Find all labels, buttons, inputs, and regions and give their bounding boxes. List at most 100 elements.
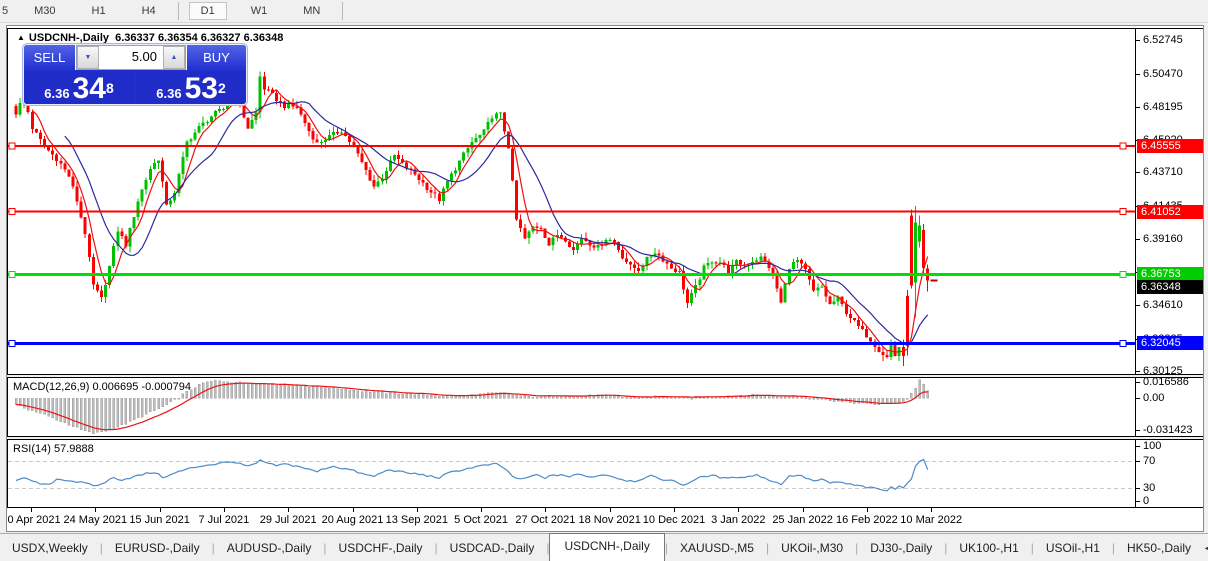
chart-tab-usdchf-daily[interactable]: USDCHF-,Daily [327,536,435,560]
price-axis-tick-label: 6.43710 [1143,166,1183,178]
price-axis-tick [1136,172,1140,173]
chart-tab-usoil-h1[interactable]: USOil-,H1 [1034,536,1112,560]
date-axis-label: 24 May 2021 [63,514,128,526]
date-axis-tick [288,508,290,512]
chart-tab-usdcad-daily[interactable]: USDCAD-,Daily [438,536,547,560]
price-axis-tick-label: 6.50470 [1143,68,1183,80]
rsi-axis-tick [1136,461,1140,462]
price-axis-tick-label: 6.48195 [1143,101,1183,113]
chart-symbol-label: USDCNH-,Daily [28,32,109,44]
arrow-up-icon: ▲ [170,54,178,61]
tab-scroll-left-icon[interactable]: ◄ [1203,543,1208,553]
price-axis-tick-label: 6.52745 [1143,34,1183,46]
arrow-down-icon: ▼ [84,54,92,61]
date-axis-tick [416,508,418,512]
bid-price-big: 34 [72,72,106,105]
date-axis-tick [95,508,97,512]
timeframe-button-d1[interactable]: D1 [188,2,227,20]
macd-axis-tick [1136,430,1140,431]
date-axis-tick [223,508,225,512]
macd-axis-tick-label: 0.016586 [1143,376,1189,388]
date-axis-label: 25 Jan 2022 [772,514,833,526]
macd-indicator-label: MACD(12,26,9) 0.006695 -0.000794 [13,381,191,393]
chart-ohlc-values: 6.36337 6.36354 6.36327 6.36348 [115,32,284,44]
sell-button[interactable]: SELL [24,45,76,70]
bid-price-prefix: 6.36 [44,86,70,101]
rsi-axis-tick-label: 70 [1143,455,1156,467]
chart-tab-hk50-daily[interactable]: HK50-,Daily [1115,536,1203,560]
price-tag[interactable]: 6.32045 [1137,336,1203,350]
chart-tab-usdx-weekly[interactable]: USDX,Weekly [0,536,100,560]
price-axis-tick-label: 6.34610 [1143,299,1183,311]
date-axis-tick [609,508,611,512]
rsi-axis-tick-label: 0 [1143,495,1150,507]
volume-spinner: ▼ 5.00 ▲ [76,45,186,70]
rsi-axis-tick-label: 100 [1143,440,1162,452]
date-axis-tick [931,508,933,512]
timeframe-button-mn[interactable]: MN [291,2,332,20]
chart-tab-ukoil-m30[interactable]: UKOil-,M30 [769,536,855,560]
date-axis-tick [866,508,868,512]
rsi-axis-tick [1136,501,1140,502]
toolbar-separator [177,2,179,20]
date-axis-label: 27 Oct 2021 [515,514,576,526]
ask-price-prefix: 6.36 [156,86,182,101]
date-axis-tick [159,508,161,512]
macd-axis-tick-label: -0.031423 [1143,424,1193,436]
timeframe-button-5[interactable]: 5 [0,2,12,20]
price-axis-tick [1136,371,1140,372]
date-axis-label: 18 Nov 2021 [578,514,641,526]
chart-tab-audusd-daily[interactable]: AUDUSD-,Daily [215,536,324,560]
chart-tab-usdcnh-daily[interactable]: USDCNH-,Daily [549,532,665,561]
price-tag[interactable]: 6.41052 [1137,205,1203,219]
date-axis-tick [481,508,483,512]
timeframe-toolbar: 5 M30 H1 H4 D1 W1 MN [0,0,1208,23]
chart-tab-eurusd-daily[interactable]: EURUSD-,Daily [103,536,212,560]
bid-price-sup: 8 [105,80,114,96]
price-tag[interactable]: 6.45555 [1137,139,1203,153]
price-axis-tick [1136,239,1140,240]
date-axis-tick [738,508,740,512]
date-axis-label: 7 Jul 2021 [198,514,250,526]
chart-window: ▲ USDCNH-,Daily 6.36337 6.36354 6.36327 6… [6,25,1204,532]
timeframe-button-h4[interactable]: H4 [130,2,168,20]
price-axis-tick [1136,305,1140,306]
rsi-indicator-label: RSI(14) 57.9888 [13,443,94,455]
date-axis-label: 16 Feb 2022 [836,514,898,526]
symbol-marker-icon: ▲ [17,33,25,42]
chart-tab-dj30-daily[interactable]: DJ30-,Daily [858,536,944,560]
date-axis-label: 10 Mar 2022 [900,514,963,526]
macd-axis-tick [1136,398,1140,399]
date-axis-tick [352,508,354,512]
rsi-pane[interactable] [8,440,1135,507]
rsi-axis-tick-label: 30 [1143,482,1156,494]
timeframe-button-w1[interactable]: W1 [239,2,280,20]
date-axis-label: 5 Oct 2021 [454,514,509,526]
tab-scroll-arrows[interactable]: ◄► [1203,543,1208,553]
price-axis-tick [1136,74,1140,75]
volume-decrease-button[interactable]: ▼ [77,46,99,69]
volume-increase-button[interactable]: ▲ [163,46,185,69]
bid-price-button[interactable]: 6.36 34 8 [24,71,134,104]
ask-price-sup: 2 [217,80,226,96]
toolbar-separator [342,2,344,20]
chart-tab-xauusd-m5[interactable]: XAUUSD-,M5 [668,536,766,560]
date-axis-label: 10 Dec 2021 [642,514,706,526]
rsi-axis-tick [1136,446,1140,447]
date-axis-label: 13 Sep 2021 [385,514,448,526]
price-tag[interactable]: 6.36348 [1137,280,1203,294]
timeframe-button-m30[interactable]: M30 [22,2,67,20]
timeframe-button-h1[interactable]: H1 [80,2,118,20]
date-axis-label: 30 Apr 2021 [6,514,61,526]
macd-axis-tick [1136,382,1140,383]
price-axis-tick-label: 6.39160 [1143,233,1183,245]
chart-tab-uk100-h1[interactable]: UK100-,H1 [947,536,1030,560]
price-axis-tick [1136,107,1140,108]
date-axis-label: 20 Aug 2021 [321,514,384,526]
one-click-trading-panel: SELL ▼ 5.00 ▲ BUY 6.36 34 8 6.36 53 2 [23,44,247,105]
price-tag[interactable]: 6.36753 [1137,267,1203,281]
volume-input[interactable]: 5.00 [99,46,163,69]
buy-button[interactable]: BUY [186,45,246,70]
ask-price-button[interactable]: 6.36 53 2 [136,71,246,104]
date-axis-label: 15 Jun 2021 [129,514,190,526]
